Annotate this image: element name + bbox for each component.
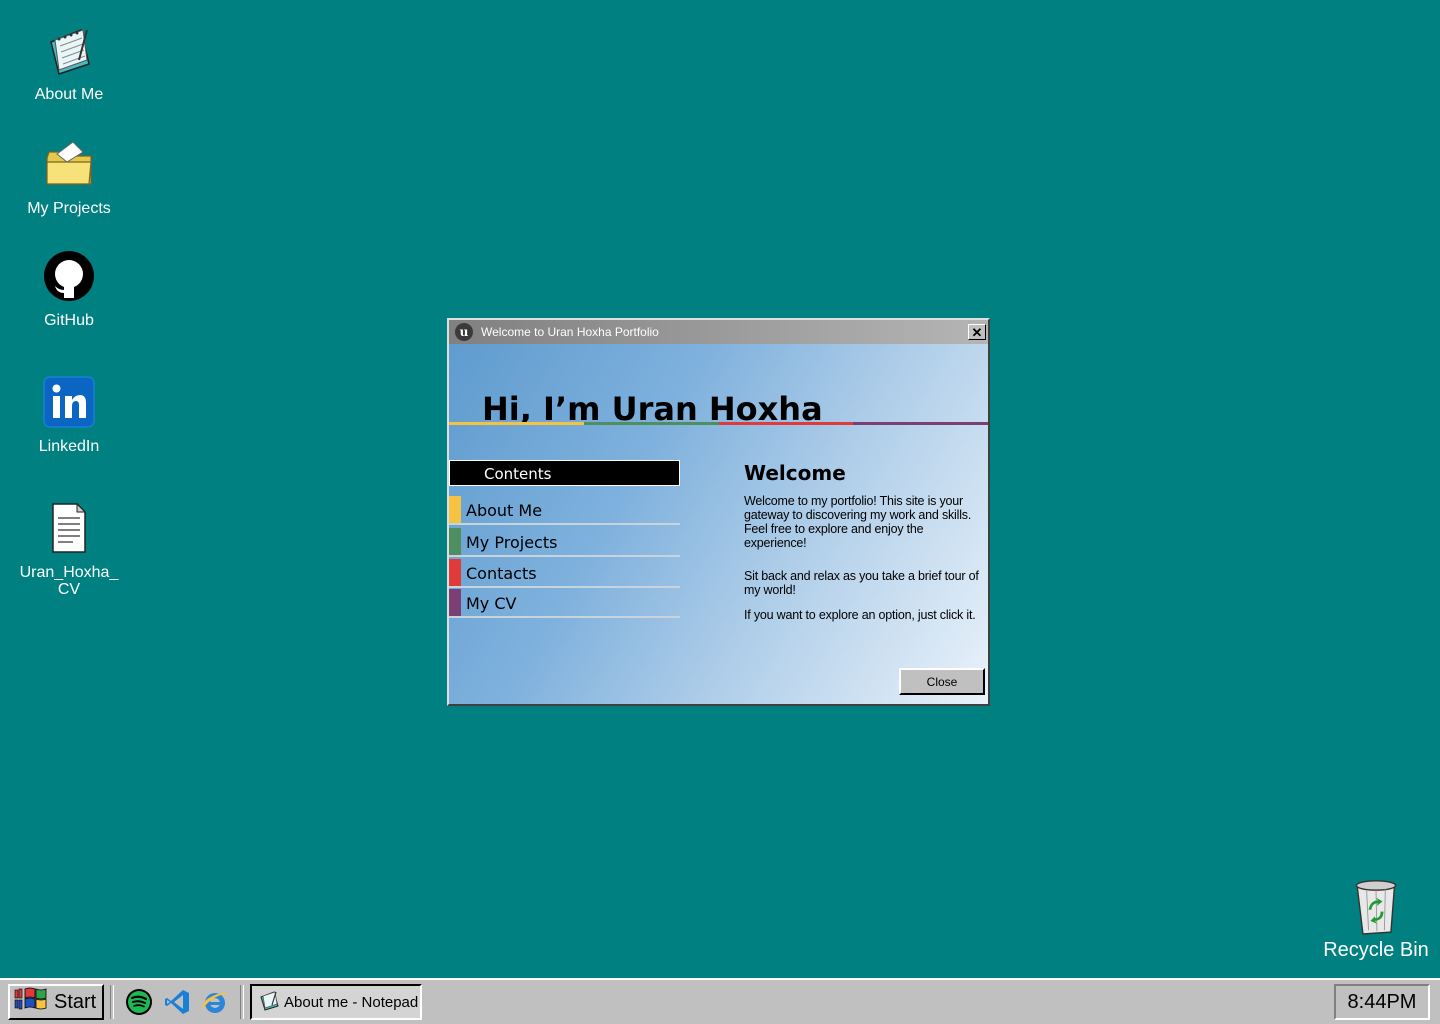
folder-icon	[41, 136, 97, 192]
desktop-icon-label: My Projects	[27, 200, 111, 217]
notepad-icon	[41, 22, 97, 78]
contents-header: Contents	[449, 460, 680, 486]
desktop-icon-about-me[interactable]: About Me	[14, 22, 124, 103]
menu-color-bar	[449, 496, 461, 523]
document-icon	[41, 500, 97, 556]
internet-explorer-icon[interactable]	[200, 987, 230, 1017]
app-logo-icon: u	[455, 323, 473, 341]
taskbar: Start About me - Notepad 8:44PM	[0, 978, 1440, 1024]
vscode-icon[interactable]	[162, 987, 192, 1017]
menu-color-bar	[449, 559, 461, 586]
desktop-icon-github[interactable]: GitHub	[14, 248, 124, 329]
close-button[interactable]: Close	[899, 668, 985, 695]
system-tray[interactable]: 8:44PM	[1334, 984, 1430, 1020]
menu-item-my-cv[interactable]: My CV	[449, 589, 680, 618]
welcome-paragraph: Welcome to my portfolio! This site is yo…	[744, 494, 972, 550]
desktop-icon-cv[interactable]: Uran_Hoxha_CV	[14, 500, 124, 598]
taskbar-separator	[110, 985, 114, 1019]
menu-color-bar	[449, 589, 461, 616]
desktop-icon-label: About Me	[34, 86, 104, 103]
dialog-body: Hi, I’m Uran Hoxha Contents About Me My …	[449, 344, 988, 704]
color-divider-segment	[718, 422, 854, 425]
menu-color-bar	[449, 528, 461, 555]
taskbar-task-notepad[interactable]: About me - Notepad	[250, 984, 422, 1020]
color-divider-segment	[583, 422, 719, 425]
start-button[interactable]: Start	[8, 984, 104, 1020]
desktop-icon-label: Uran_Hoxha_CV	[19, 564, 119, 598]
menu-item-label: Contacts	[466, 564, 537, 583]
desktop: About Me My Projects GitHub LinkedIn Ura…	[0, 0, 1440, 978]
menu-item-label: About Me	[466, 501, 543, 520]
welcome-paragraph: If you want to explore an option, just c…	[744, 608, 976, 622]
github-icon	[41, 248, 97, 304]
menu-item-contacts[interactable]: Contacts	[449, 559, 680, 588]
notepad-icon	[258, 989, 280, 1015]
menu-item-label: My Projects	[466, 533, 558, 552]
desktop-icon-label: Recycle Bin	[1323, 939, 1429, 961]
desktop-icon-linkedin[interactable]: LinkedIn	[14, 374, 124, 455]
desktop-icon-my-projects[interactable]: My Projects	[14, 136, 124, 217]
dialog-title: Welcome to Uran Hoxha Portfolio	[481, 325, 659, 339]
color-divider-segment	[449, 422, 584, 425]
linkedin-icon	[41, 374, 97, 430]
menu-item-about-me[interactable]: About Me	[449, 496, 680, 525]
dialog-titlebar[interactable]: u Welcome to Uran Hoxha Portfolio ✕	[449, 320, 988, 344]
start-label: Start	[54, 990, 97, 1013]
color-divider-segment	[853, 422, 988, 425]
clock: 8:44PM	[1347, 990, 1417, 1013]
taskbar-separator	[240, 985, 244, 1019]
windows-logo-icon	[14, 986, 48, 1018]
spotify-icon[interactable]	[124, 987, 154, 1017]
welcome-heading: Welcome	[744, 461, 846, 485]
menu-item-my-projects[interactable]: My Projects	[449, 528, 680, 557]
welcome-dialog: u Welcome to Uran Hoxha Portfolio ✕ Hi, …	[447, 318, 990, 706]
desktop-icon-label: GitHub	[44, 312, 94, 329]
task-label: About me - Notepad	[284, 993, 419, 1011]
recycle-bin-icon	[1348, 874, 1404, 938]
desktop-icon-label: LinkedIn	[38, 438, 100, 455]
welcome-paragraph: Sit back and relax as you take a brief t…	[744, 569, 979, 597]
desktop-icon-recycle-bin[interactable]: Recycle Bin	[1321, 874, 1431, 961]
title-close-button[interactable]: ✕	[968, 324, 986, 340]
color-divider	[449, 422, 988, 425]
menu-item-label: My CV	[466, 594, 517, 613]
